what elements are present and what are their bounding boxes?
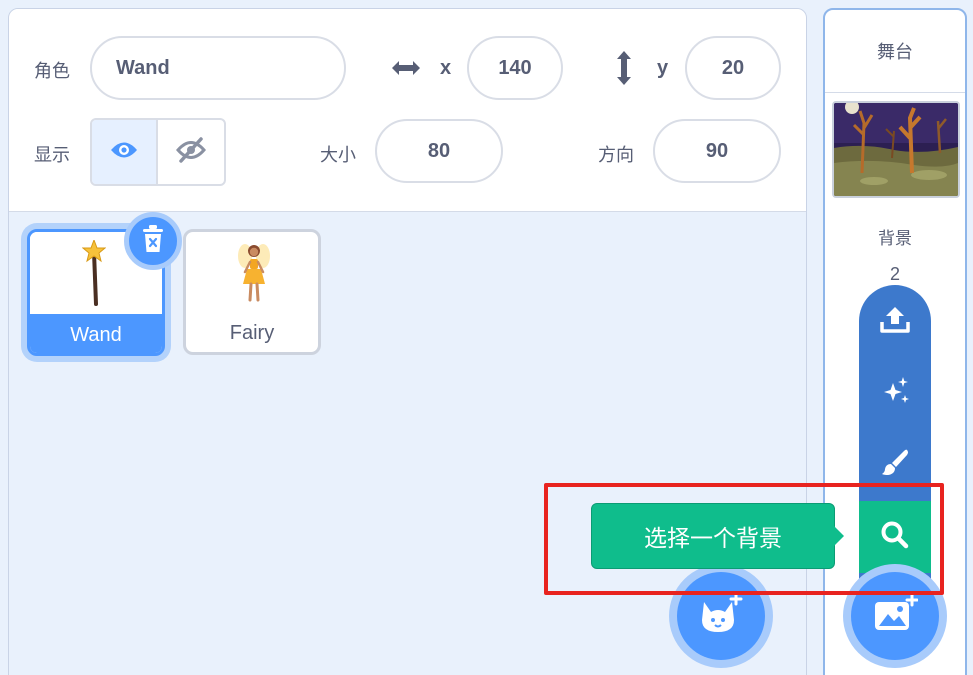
stage-thumbnail[interactable] bbox=[832, 101, 960, 198]
eye-icon bbox=[109, 139, 139, 166]
scratch-editor-panel: 角色 Wand x 140 y 20 显示 大小 80 方向 90 Wand F… bbox=[0, 0, 973, 675]
upload-backdrop-button[interactable] bbox=[859, 285, 931, 357]
horizontal-arrow-icon bbox=[389, 53, 423, 88]
direction-input[interactable]: 90 bbox=[653, 119, 781, 183]
show-label: 显示 bbox=[34, 145, 70, 166]
trash-icon bbox=[140, 224, 166, 259]
fairy-icon bbox=[237, 242, 271, 311]
direction-label: 方向 bbox=[598, 145, 634, 166]
sprite-label: 角色 bbox=[34, 61, 70, 82]
sprite-tile-label: Wand bbox=[30, 314, 162, 353]
surprise-icon bbox=[879, 375, 911, 412]
backdrop-count: 2 bbox=[889, 264, 900, 284]
show-sprite-button[interactable] bbox=[92, 120, 158, 184]
sprite-tile-label: Fairy bbox=[229, 321, 275, 344]
backdrop-label: 背景 bbox=[878, 229, 912, 249]
x-input[interactable]: 140 bbox=[467, 36, 563, 100]
stage-title: 舞台 bbox=[825, 10, 965, 93]
size-label: 大小 bbox=[320, 145, 356, 166]
x-label: x bbox=[440, 57, 452, 79]
upload-icon bbox=[879, 304, 911, 339]
hide-sprite-button[interactable] bbox=[158, 120, 224, 184]
sprite-name-input[interactable]: Wand bbox=[90, 36, 346, 100]
sprite-thumbnail bbox=[186, 232, 318, 314]
size-input[interactable]: 80 bbox=[375, 119, 503, 183]
y-label: y bbox=[657, 57, 669, 79]
vertical-arrow-icon bbox=[609, 49, 639, 92]
delete-sprite-button[interactable] bbox=[124, 212, 182, 270]
visibility-toggle-group bbox=[90, 118, 226, 186]
sprite-info-panel: 角色 Wand x 140 y 20 显示 大小 80 方向 90 bbox=[9, 9, 806, 212]
highlight-annotation bbox=[544, 483, 944, 595]
wand-icon bbox=[81, 238, 107, 313]
surprise-backdrop-button[interactable] bbox=[859, 357, 931, 429]
cat-add-icon bbox=[698, 592, 744, 641]
sprite-tile-fairy[interactable]: Fairy bbox=[183, 229, 321, 355]
y-input[interactable]: 20 bbox=[685, 36, 781, 100]
eye-slash-icon bbox=[175, 136, 207, 168]
image-add-icon bbox=[872, 593, 919, 639]
paintbrush-icon bbox=[879, 447, 911, 484]
